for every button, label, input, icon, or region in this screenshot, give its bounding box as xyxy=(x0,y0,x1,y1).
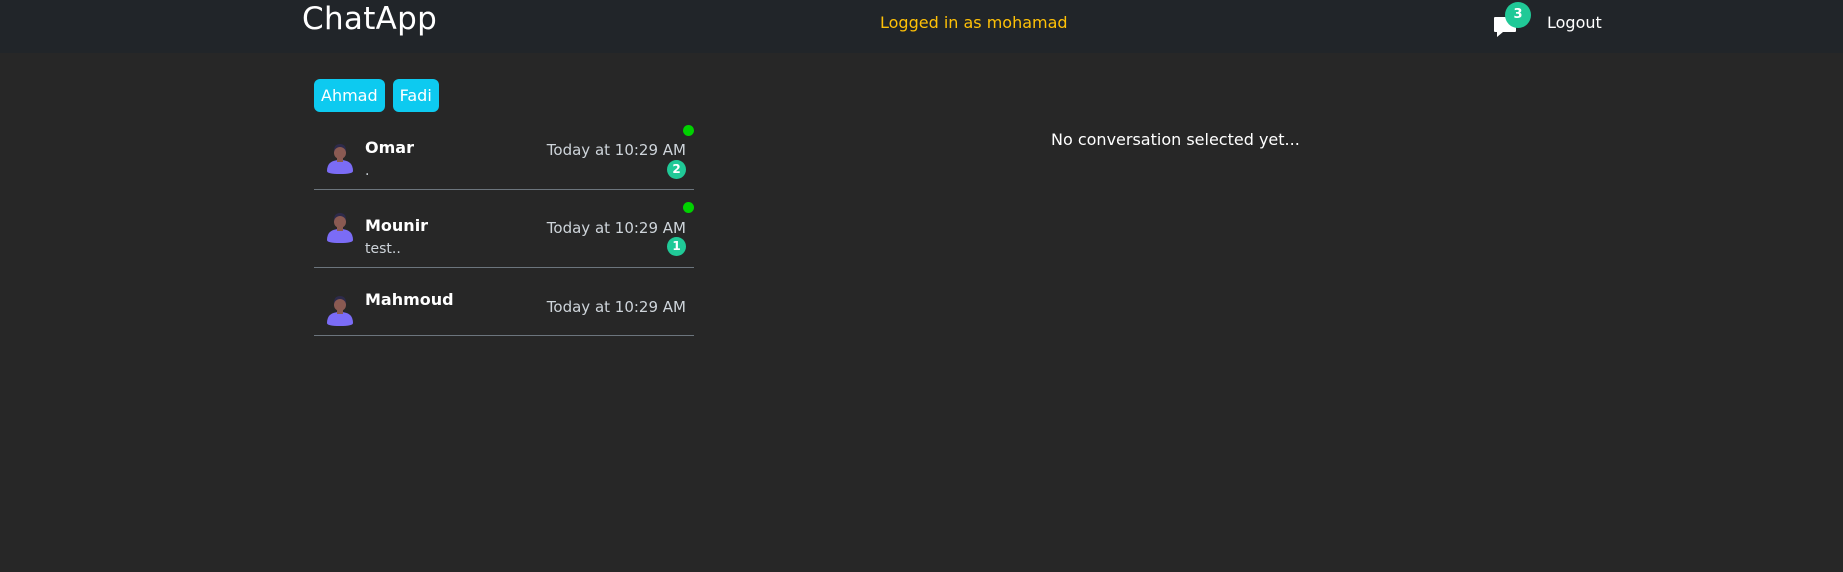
logout-link[interactable]: Logout xyxy=(1547,12,1602,34)
conversation-list: Omar . Today at 10:29 AM 2 Mounir test..… xyxy=(314,122,694,336)
conversation-time: Today at 10:29 AM xyxy=(546,141,686,159)
logged-in-status: Logged in as mohamad xyxy=(880,13,1068,32)
conversation-name: Mounir xyxy=(365,216,429,235)
contact-chip-ahmad[interactable]: Ahmad xyxy=(314,79,385,112)
contact-chip-fadi[interactable]: Fadi xyxy=(392,79,439,112)
conversation-preview: test.. xyxy=(365,241,401,257)
empty-conversation-message: No conversation selected yet... xyxy=(1051,130,1300,149)
unread-count-badge: 1 xyxy=(667,237,686,256)
conversation-time: Today at 10:29 AM xyxy=(546,298,686,316)
unread-count-badge: 2 xyxy=(667,160,686,179)
online-indicator xyxy=(683,202,694,213)
notification-count-badge: 3 xyxy=(1505,2,1531,28)
user-avatar-icon xyxy=(325,294,355,326)
user-avatar-icon xyxy=(325,211,355,243)
conversation-preview: . xyxy=(365,163,370,179)
app-brand[interactable]: ChatApp xyxy=(302,0,437,38)
conversation-name: Mahmoud xyxy=(365,290,454,309)
conversation-item-omar[interactable]: Omar . Today at 10:29 AM 2 xyxy=(314,122,694,190)
online-indicator xyxy=(683,125,694,136)
user-avatar-icon xyxy=(325,142,355,174)
conversation-time: Today at 10:29 AM xyxy=(546,219,686,237)
conversation-item-mounir[interactable]: Mounir test.. Today at 10:29 AM 1 xyxy=(314,190,694,268)
conversation-item-mahmoud[interactable]: Mahmoud Today at 10:29 AM xyxy=(314,268,694,336)
navbar: ChatApp Logged in as mohamad 3 Logout xyxy=(0,0,1843,53)
contact-chips: Ahmad Fadi xyxy=(314,79,439,112)
conversation-name: Omar xyxy=(365,138,414,157)
